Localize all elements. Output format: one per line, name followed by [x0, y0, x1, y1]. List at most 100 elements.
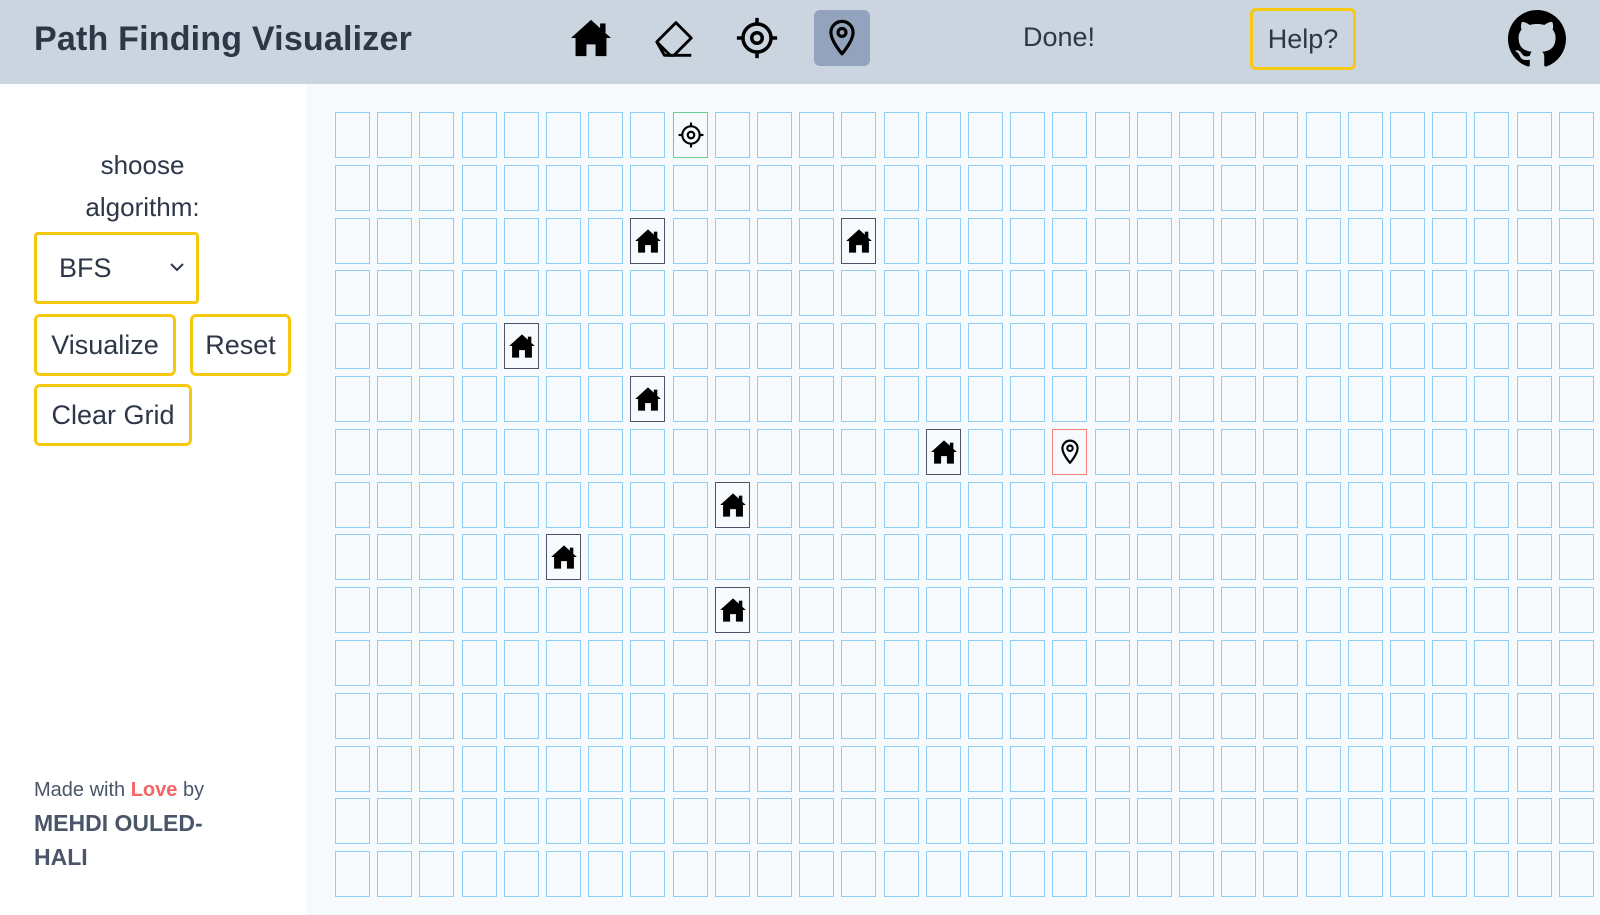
grid-cell[interactable] [377, 693, 412, 739]
grid-cell[interactable] [588, 323, 623, 369]
grid-cell[interactable] [546, 693, 581, 739]
grid-cell[interactable] [884, 429, 919, 475]
grid-cell[interactable] [588, 798, 623, 844]
grid-cell[interactable] [335, 165, 370, 211]
grid-cell[interactable] [799, 482, 834, 528]
grid-cell[interactable] [1137, 587, 1172, 633]
grid-cell[interactable] [1010, 323, 1045, 369]
grid-cell[interactable] [757, 270, 792, 316]
grid-cell[interactable] [884, 376, 919, 422]
grid-cell[interactable] [1263, 112, 1298, 158]
grid-cell[interactable] [1559, 323, 1594, 369]
grid-cell[interactable] [926, 165, 961, 211]
grid-cell[interactable] [673, 798, 708, 844]
grid-cell[interactable] [1348, 165, 1383, 211]
grid-cell[interactable] [462, 429, 497, 475]
grid-cell[interactable] [1306, 429, 1341, 475]
grid-cell[interactable] [1348, 798, 1383, 844]
grid-cell[interactable] [1517, 323, 1552, 369]
grid-cell[interactable] [1263, 323, 1298, 369]
grid-cell[interactable] [1052, 112, 1087, 158]
grid-cell[interactable] [715, 746, 750, 792]
grid-cell[interactable] [884, 534, 919, 580]
grid-cell[interactable] [1010, 376, 1045, 422]
grid-cell[interactable] [968, 534, 1003, 580]
grid-cell[interactable] [1517, 429, 1552, 475]
grid-cell[interactable] [1432, 429, 1467, 475]
grid-cell[interactable] [1179, 165, 1214, 211]
grid-cell[interactable] [1010, 482, 1045, 528]
grid-cell[interactable] [799, 270, 834, 316]
grid-cell[interactable] [757, 482, 792, 528]
grid-cell[interactable] [1348, 693, 1383, 739]
grid-cell[interactable] [926, 218, 961, 264]
grid-cell[interactable] [926, 746, 961, 792]
grid-cell[interactable] [799, 534, 834, 580]
grid-cell[interactable] [1221, 112, 1256, 158]
wall-node[interactable] [841, 218, 876, 264]
grid-cell[interactable] [1052, 165, 1087, 211]
grid-cell[interactable] [1306, 746, 1341, 792]
grid-cell[interactable] [1474, 376, 1509, 422]
visualize-button[interactable]: Visualize [34, 314, 176, 376]
grid-cell[interactable] [1179, 640, 1214, 686]
grid-cell[interactable] [1179, 534, 1214, 580]
grid-cell[interactable] [377, 270, 412, 316]
grid-cell[interactable] [673, 851, 708, 897]
grid-cell[interactable] [504, 429, 539, 475]
grid-cell[interactable] [1221, 640, 1256, 686]
grid-cell[interactable] [1474, 482, 1509, 528]
grid-cell[interactable] [1306, 534, 1341, 580]
grid-cell[interactable] [588, 640, 623, 686]
grid-cell[interactable] [1474, 165, 1509, 211]
grid-cell[interactable] [1432, 640, 1467, 686]
grid-cell[interactable] [799, 587, 834, 633]
grid-cell[interactable] [1306, 165, 1341, 211]
grid-cell[interactable] [1559, 798, 1594, 844]
grid-cell[interactable] [1390, 587, 1425, 633]
grid-cell[interactable] [968, 693, 1003, 739]
grid-cell[interactable] [377, 218, 412, 264]
grid-cell[interactable] [841, 323, 876, 369]
grid-cell[interactable] [630, 640, 665, 686]
grid-cell[interactable] [1095, 587, 1130, 633]
grid-cell[interactable] [715, 376, 750, 422]
grid-cell[interactable] [926, 534, 961, 580]
grid-cell[interactable] [1306, 640, 1341, 686]
grid-cell[interactable] [1052, 534, 1087, 580]
grid-cell[interactable] [757, 798, 792, 844]
eraser-tool-button[interactable] [646, 10, 702, 66]
grid-cell[interactable] [504, 165, 539, 211]
grid-cell[interactable] [968, 165, 1003, 211]
grid-cell[interactable] [504, 270, 539, 316]
grid-cell[interactable] [799, 165, 834, 211]
grid-cell[interactable] [926, 693, 961, 739]
grid-cell[interactable] [673, 323, 708, 369]
grid-cell[interactable] [588, 482, 623, 528]
grid-cell[interactable] [546, 218, 581, 264]
grid-cell[interactable] [1095, 270, 1130, 316]
grid-cell[interactable] [1474, 534, 1509, 580]
grid-cell[interactable] [841, 376, 876, 422]
grid-cell[interactable] [1432, 376, 1467, 422]
grid-cell[interactable] [884, 112, 919, 158]
grid-cell[interactable] [462, 587, 497, 633]
grid-cell[interactable] [1559, 640, 1594, 686]
grid-cell[interactable] [419, 587, 454, 633]
grid-cell[interactable] [1263, 534, 1298, 580]
grid-cell[interactable] [1221, 851, 1256, 897]
grid-cell[interactable] [1137, 323, 1172, 369]
grid-cell[interactable] [419, 534, 454, 580]
wall-node[interactable] [715, 587, 750, 633]
grid-cell[interactable] [968, 798, 1003, 844]
grid-cell[interactable] [1052, 376, 1087, 422]
grid-cell[interactable] [1010, 165, 1045, 211]
grid-cell[interactable] [419, 165, 454, 211]
grid-cell[interactable] [504, 112, 539, 158]
grid-cell[interactable] [1348, 587, 1383, 633]
grid-cell[interactable] [841, 429, 876, 475]
grid-cell[interactable] [546, 165, 581, 211]
grid-cell[interactable] [1348, 323, 1383, 369]
grid-cell[interactable] [715, 112, 750, 158]
grid-cell[interactable] [377, 112, 412, 158]
